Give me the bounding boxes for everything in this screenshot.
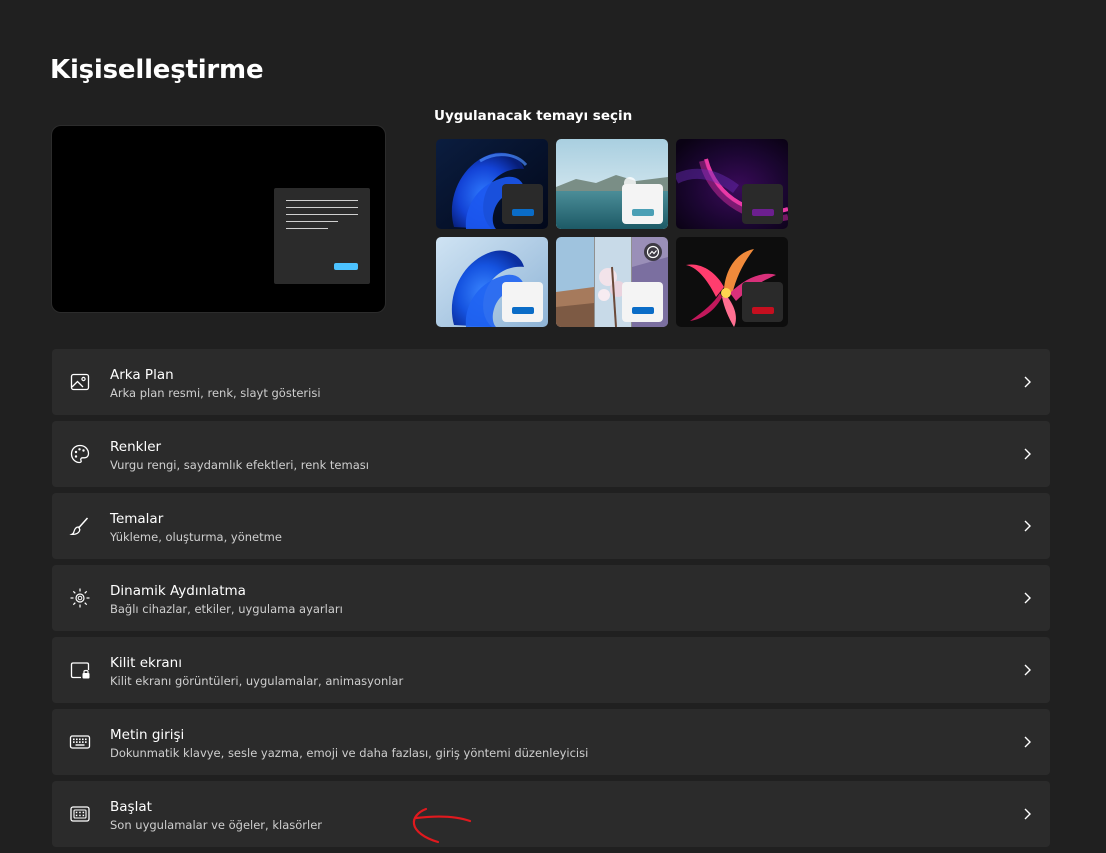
setting-title: Arka Plan bbox=[110, 367, 174, 383]
theme-accent-bar bbox=[752, 209, 774, 216]
setting-description: Bağlı cihazlar, etkiler, uygulama ayarla… bbox=[110, 602, 343, 616]
theme-spotlight-slideshow[interactable] bbox=[556, 237, 668, 327]
setting-row-lock-screen[interactable]: Kilit ekranı Kilit ekranı görüntüleri, u… bbox=[52, 637, 1050, 703]
theme-accent-bar bbox=[632, 209, 654, 216]
preview-text-line bbox=[286, 200, 358, 201]
theme-windows-bloom-dark[interactable] bbox=[436, 139, 548, 229]
page-title: Kişiselleştirme bbox=[50, 55, 264, 85]
setting-description: Son uygulamalar ve öğeler, klasörler bbox=[110, 818, 322, 832]
setting-description: Dokunmatik klavye, sesle yazma, emoji ve… bbox=[110, 746, 589, 760]
setting-row-dynamic-lighting[interactable]: Dinamik Aydınlatma Bağlı cihazlar, etkil… bbox=[52, 565, 1050, 631]
setting-title: Metin girişi bbox=[110, 727, 185, 743]
theme-purple-flow[interactable] bbox=[676, 139, 788, 229]
setting-description: Arka plan resmi, renk, slayt gösterisi bbox=[110, 386, 321, 400]
theme-picker-heading: Uygulanacak temayı seçin bbox=[434, 108, 633, 124]
setting-title: Renkler bbox=[110, 439, 162, 455]
theme-swatch bbox=[622, 282, 663, 322]
setting-row-themes[interactable]: Temalar Yükleme, oluşturma, yönetme bbox=[52, 493, 1050, 559]
theme-swatch bbox=[742, 282, 783, 322]
chevron-right-icon bbox=[1024, 520, 1031, 532]
start-menu-icon bbox=[70, 806, 90, 822]
chevron-right-icon bbox=[1024, 376, 1031, 388]
setting-row-text-input[interactable]: Metin girişi Dokunmatik klavye, sesle ya… bbox=[52, 709, 1050, 775]
keyboard-icon bbox=[69, 735, 91, 749]
setting-title: Kilit ekranı bbox=[110, 655, 182, 671]
theme-accent-bar bbox=[512, 307, 534, 314]
theme-accent-bar bbox=[512, 209, 534, 216]
personalization-page: Kişiselleştirme Uygulanacak temayı seçin bbox=[0, 0, 1106, 853]
preview-window bbox=[274, 188, 370, 284]
chevron-right-icon bbox=[1024, 592, 1031, 604]
theme-glow-lake[interactable] bbox=[556, 139, 668, 229]
theme-preview bbox=[51, 125, 386, 313]
picture-icon bbox=[70, 373, 90, 391]
theme-grid bbox=[436, 139, 788, 327]
setting-row-background[interactable]: Arka Plan Arka plan resmi, renk, slayt g… bbox=[52, 349, 1050, 415]
chevron-right-icon bbox=[1024, 448, 1031, 460]
paintbrush-icon bbox=[69, 517, 89, 536]
theme-captured-motion[interactable] bbox=[676, 237, 788, 327]
setting-row-colors[interactable]: Renkler Vurgu rengi, saydamlık efektleri… bbox=[52, 421, 1050, 487]
palette-icon bbox=[70, 444, 90, 464]
setting-description: Vurgu rengi, saydamlık efektleri, renk t… bbox=[110, 458, 369, 472]
theme-windows-bloom-light[interactable] bbox=[436, 237, 548, 327]
setting-description: Kilit ekranı görüntüleri, uygulamalar, a… bbox=[110, 674, 404, 688]
chevron-right-icon bbox=[1024, 664, 1031, 676]
theme-accent-bar bbox=[752, 307, 774, 314]
preview-text-line bbox=[286, 214, 358, 215]
setting-title: Başlat bbox=[110, 799, 152, 815]
chevron-right-icon bbox=[1024, 808, 1031, 820]
theme-swatch bbox=[622, 184, 663, 224]
lock-screen-icon bbox=[70, 662, 90, 679]
chevron-right-icon bbox=[1024, 736, 1031, 748]
preview-text-line bbox=[286, 221, 338, 222]
setting-title: Dinamik Aydınlatma bbox=[110, 583, 246, 599]
theme-accent-bar bbox=[632, 307, 654, 314]
preview-accent-button bbox=[334, 263, 358, 270]
preview-text-line bbox=[286, 207, 358, 208]
annotation-arrow-icon bbox=[412, 807, 472, 844]
preview-text-line bbox=[286, 228, 328, 229]
setting-row-start[interactable]: Başlat Son uygulamalar ve öğeler, klasör… bbox=[52, 781, 1050, 847]
theme-swatch bbox=[742, 184, 783, 224]
sun-icon bbox=[70, 588, 90, 608]
setting-title: Temalar bbox=[110, 511, 164, 527]
setting-description: Yükleme, oluşturma, yönetme bbox=[110, 530, 282, 544]
slideshow-icon bbox=[644, 243, 662, 261]
theme-swatch bbox=[502, 282, 543, 322]
theme-swatch bbox=[502, 184, 543, 224]
